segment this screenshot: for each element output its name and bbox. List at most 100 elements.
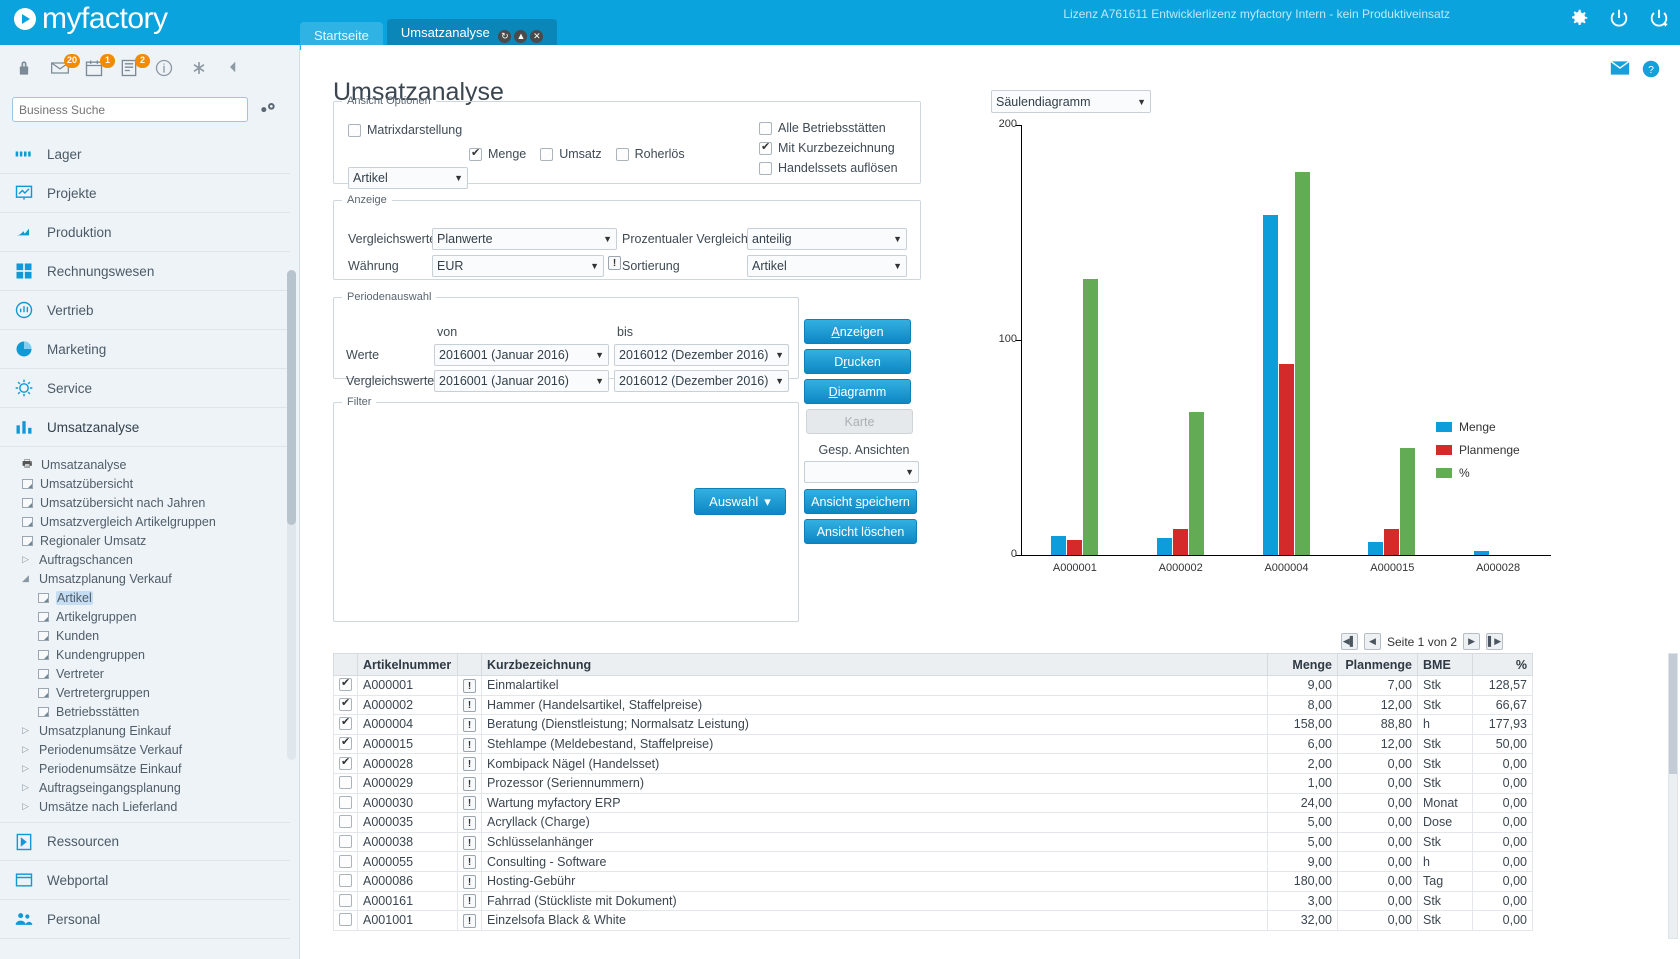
roherloes-checkbox-row[interactable]: Roherlös <box>616 147 685 161</box>
info-button[interactable]: ! <box>463 875 476 889</box>
bar-Menge-A000028[interactable] <box>1474 551 1489 555</box>
sortierung-select[interactable]: Artikel ▼ <box>747 255 907 277</box>
table-row[interactable]: A000030!Wartung myfactory ERP24,000,00Mo… <box>334 793 1533 813</box>
last-page-icon[interactable]: ▌▶ <box>1486 633 1503 650</box>
row-checkbox[interactable] <box>339 855 352 868</box>
werte-von-select[interactable]: 2016001 (Januar 2016) ▼ <box>434 344 609 366</box>
sidebar-subitem-umsatz-bersicht[interactable]: Umsatzübersicht <box>22 474 290 493</box>
row-checkbox[interactable] <box>339 737 352 750</box>
minimize-icon[interactable]: ▲ <box>514 30 527 43</box>
sidebar-subitem-artikel[interactable]: Artikel <box>38 588 290 607</box>
table-scrollbar[interactable] <box>1668 653 1678 939</box>
gesp-ansichten-select[interactable]: ▼ <box>804 461 919 483</box>
power-icon[interactable] <box>1608 7 1630 29</box>
chevron-right-icon[interactable]: ▷ <box>22 725 32 736</box>
col-select[interactable] <box>334 654 358 676</box>
row-checkbox[interactable] <box>339 874 352 887</box>
chevron-down-icon[interactable]: ◢ <box>22 573 32 584</box>
search-settings-icon[interactable] <box>258 101 278 118</box>
info-button[interactable]: ! <box>463 816 476 830</box>
handelssets-row[interactable]: Handelssets auflösen <box>759 161 898 175</box>
umsatz-checkbox-row[interactable]: Umsatz <box>540 147 601 161</box>
table-row[interactable]: A000004!Beratung (Dienstleistung; Normal… <box>334 715 1533 735</box>
sidebar-item-lager[interactable]: Lager <box>0 135 290 174</box>
info-button[interactable]: ! <box>463 855 476 869</box>
cell-info[interactable]: ! <box>458 891 482 911</box>
menge-checkbox-row[interactable]: Menge <box>469 147 526 161</box>
menge-checkbox[interactable] <box>469 148 482 161</box>
refresh-icon[interactable]: ↻ <box>498 30 511 43</box>
waehrung-select[interactable]: EUR ▼ <box>432 255 604 277</box>
table-row[interactable]: A000038!Schlüsselanhänger5,000,00Stk0,00 <box>334 832 1533 852</box>
table-row[interactable]: A001001!Einzelsofa Black & White32,000,0… <box>334 911 1533 931</box>
vergleichswerte-select[interactable]: Planwerte ▼ <box>432 228 617 250</box>
sidebar-item-umsatzanalyse[interactable]: Umsatzanalyse <box>0 408 290 447</box>
sidebar-subitem-umsatzplanung-einkauf[interactable]: ▷Umsatzplanung Einkauf <box>22 721 290 740</box>
info-button[interactable]: ! <box>463 836 476 850</box>
sidebar-subitem-vertreter[interactable]: Vertreter <box>38 664 290 683</box>
bar-Menge-A000002[interactable] <box>1157 538 1172 555</box>
info-button[interactable]: ! <box>463 718 476 732</box>
handelssets-checkbox[interactable] <box>759 162 772 175</box>
tasks-icon[interactable]: 2 <box>119 58 141 80</box>
anzeigen-button[interactable]: AAnzeigennzeigen <box>804 319 911 344</box>
help-icon[interactable]: ? <box>1642 60 1660 81</box>
sidebar-subitem-kundengruppen[interactable]: Kundengruppen <box>38 645 290 664</box>
sidebar-subitem-betriebsst-tten[interactable]: Betriebsstätten <box>38 702 290 721</box>
info-button[interactable]: ! <box>463 757 476 771</box>
chevron-right-icon[interactable]: ▷ <box>22 782 32 793</box>
col-planmenge[interactable]: Planmenge <box>1338 654 1418 676</box>
row-checkbox-cell[interactable] <box>334 676 358 696</box>
cell-info[interactable]: ! <box>458 734 482 754</box>
cell-info[interactable]: ! <box>458 911 482 931</box>
sidebar-subitem-vertretergruppen[interactable]: Vertretergruppen <box>38 683 290 702</box>
legend-item-pct[interactable]: % <box>1436 466 1520 480</box>
table-row[interactable]: A000002!Hammer (Handelsartikel, Staffelp… <box>334 695 1533 715</box>
sidebar-subitem-auftragschancen[interactable]: ▷Auftragschancen <box>22 550 290 569</box>
sidebar-item-ressourcen[interactable]: Ressourcen <box>0 822 290 861</box>
col-kurzbezeichnung[interactable]: Kurzbezeichnung <box>482 654 1268 676</box>
prev-page-icon[interactable]: ◀ <box>1364 633 1381 650</box>
currency-info-button[interactable]: ! <box>608 256 621 270</box>
info-button[interactable]: ! <box>463 679 476 693</box>
mit-kurzbezeichnung-row[interactable]: Mit Kurzbezeichnung <box>759 141 898 155</box>
bar-Menge-A000015[interactable] <box>1368 542 1383 555</box>
prozentualer-select[interactable]: anteilig ▼ <box>747 228 907 250</box>
row-checkbox-cell[interactable] <box>334 871 358 891</box>
row-checkbox[interactable] <box>339 757 352 770</box>
bar-Planmenge-A000001[interactable] <box>1067 540 1082 555</box>
bar-Menge-A000001[interactable] <box>1051 536 1066 555</box>
sidebar-subitem-auftragseingangsplanung[interactable]: ▷Auftragseingangsplanung <box>22 778 290 797</box>
matrix-checkbox[interactable] <box>348 124 361 137</box>
first-page-icon[interactable]: ◀▌ <box>1341 633 1358 650</box>
dimension-select[interactable]: Artikel ▼ <box>348 167 468 189</box>
table-row[interactable]: A000015!Stehlampe (Meldebestand, Staffel… <box>334 734 1533 754</box>
cell-info[interactable]: ! <box>458 832 482 852</box>
chevron-right-icon[interactable]: ▷ <box>22 554 32 565</box>
ansicht-speichern-button[interactable]: Ansicht speichern <box>804 489 917 514</box>
info-button[interactable]: ! <box>463 914 476 928</box>
table-row[interactable]: A000028!Kombipack Nägel (Handelsset)2,00… <box>334 754 1533 774</box>
bar-Planmenge-A000002[interactable] <box>1173 529 1188 555</box>
sidebar-subitem-umsatzvergleich-artikelgruppen[interactable]: Umsatzvergleich Artikelgruppen <box>22 512 290 531</box>
info-icon[interactable] <box>154 58 176 80</box>
calendar-icon[interactable]: 1 <box>84 58 106 80</box>
close-icon[interactable]: ✕ <box>530 30 543 43</box>
table-row[interactable]: A000035!Acryllack (Charge)5,000,00Dose0,… <box>334 813 1533 833</box>
sidebar-subitem-regionaler-umsatz[interactable]: Regionaler Umsatz <box>22 531 290 550</box>
sidebar-subitem-ums-tze-nach-lieferland[interactable]: ▷Umsätze nach Lieferland <box>22 797 290 816</box>
row-checkbox-cell[interactable] <box>334 793 358 813</box>
sidebar-subitem-periodenums-tze-einkauf[interactable]: ▷Periodenumsätze Einkauf <box>22 759 290 778</box>
collapse-arrow-icon[interactable] <box>224 58 246 80</box>
info-button[interactable]: ! <box>463 698 476 712</box>
table-row[interactable]: A000055!Consulting - Software9,000,00h0,… <box>334 852 1533 872</box>
bar-Planmenge-A000015[interactable] <box>1384 529 1399 555</box>
row-checkbox-cell[interactable] <box>334 695 358 715</box>
cell-info[interactable]: ! <box>458 695 482 715</box>
cell-info[interactable]: ! <box>458 715 482 735</box>
bar-pct-A000002[interactable] <box>1189 412 1204 555</box>
legend-item-Planmenge[interactable]: Planmenge <box>1436 443 1520 457</box>
cell-info[interactable]: ! <box>458 754 482 774</box>
mail-icon[interactable] <box>1610 60 1630 81</box>
bar-Menge-A000004[interactable] <box>1263 215 1278 555</box>
